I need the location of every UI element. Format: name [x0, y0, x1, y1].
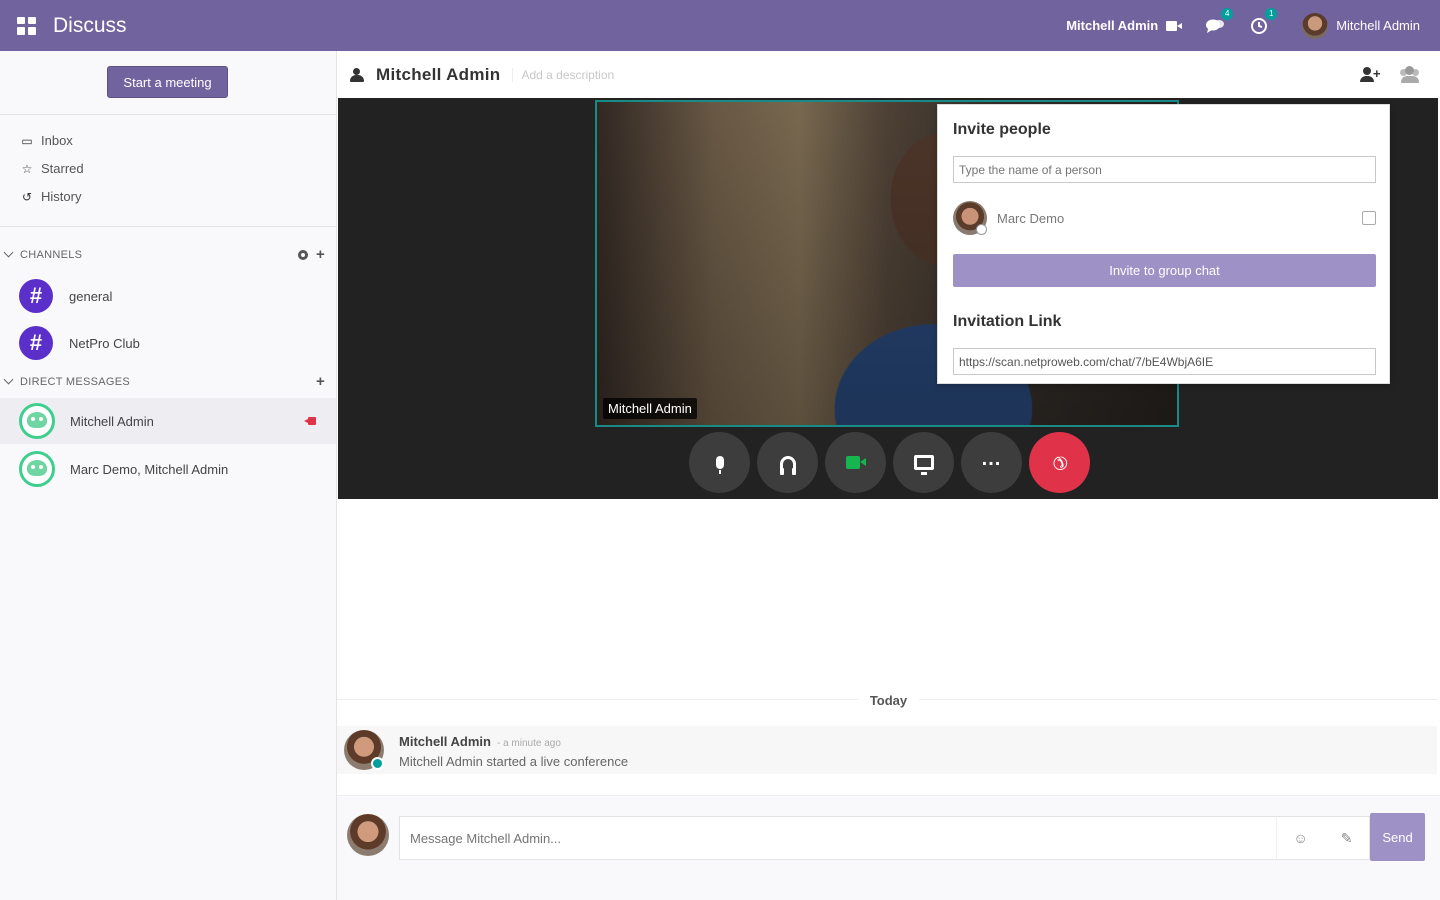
- message-text: Mitchell Admin started a live conference: [399, 754, 629, 769]
- send-button[interactable]: Send: [1370, 813, 1425, 861]
- dm-label: Marc Demo, Mitchell Admin: [70, 461, 229, 477]
- invitation-link-field[interactable]: [953, 348, 1376, 375]
- chevron-down-icon: [3, 247, 14, 258]
- channel-hash-icon: #: [19, 326, 53, 360]
- thread-title[interactable]: Mitchell Admin: [376, 65, 500, 85]
- user-icon: [350, 67, 364, 82]
- emoji-icon[interactable]: ☺: [1293, 830, 1307, 846]
- video-camera-icon: [1166, 20, 1183, 31]
- star-icon: ☆: [21, 161, 33, 176]
- divider: [0, 226, 336, 227]
- inbox-icon: ▭: [21, 133, 33, 148]
- mute-button[interactable]: [689, 432, 750, 493]
- mailbox-history[interactable]: ↺ History: [20, 189, 81, 204]
- hang-up-button[interactable]: ✆: [1029, 432, 1090, 493]
- thread-description[interactable]: Add a description: [512, 67, 614, 82]
- direct-messages-category[interactable]: DIRECT MESSAGES +: [3, 373, 325, 390]
- add-user-icon[interactable]: [1360, 66, 1382, 83]
- thread-header: Mitchell Admin Add a description: [337, 51, 1440, 98]
- share-screen-button[interactable]: [893, 432, 954, 493]
- channels-category[interactable]: CHANNELS +: [3, 246, 325, 263]
- ongoing-call-icon: [304, 417, 316, 425]
- history-icon: ↺: [21, 189, 33, 204]
- message-input[interactable]: [399, 816, 1370, 860]
- phone-icon: ✆: [1047, 450, 1073, 476]
- deafen-button[interactable]: [757, 432, 818, 493]
- participant-name: Mitchell Admin: [603, 398, 697, 419]
- chevron-down-icon: [3, 374, 14, 385]
- channels-header: CHANNELS: [20, 248, 83, 261]
- avatar: [953, 201, 987, 235]
- clock-icon: [1251, 17, 1268, 34]
- channel-label: NetPro Club: [69, 335, 140, 351]
- user-avatar: [1302, 12, 1329, 39]
- microphone-icon: [715, 456, 724, 474]
- dm-header: DIRECT MESSAGES: [20, 375, 131, 388]
- partner-row[interactable]: Marc Demo: [953, 200, 1376, 236]
- composer-tools: ☺ ✎: [1276, 816, 1370, 860]
- add-chat-icon[interactable]: +: [316, 373, 325, 390]
- avatar[interactable]: [344, 730, 384, 770]
- invite-search-input[interactable]: [953, 156, 1376, 183]
- mailbox-inbox[interactable]: ▭ Inbox: [20, 133, 73, 148]
- user-name: Mitchell Admin: [1336, 18, 1420, 33]
- invite-title: Invite people: [953, 121, 1051, 138]
- discuss-sidebar: Start a meeting ▭ Inbox ☆ Starred ↺ Hist…: [0, 51, 337, 900]
- monitor-icon: [913, 455, 934, 475]
- invite-to-group-chat-button[interactable]: Invite to group chat: [953, 254, 1376, 287]
- avatar: [19, 451, 55, 487]
- message-time: - a minute ago: [496, 738, 561, 749]
- ellipsis-icon: ...: [981, 447, 1002, 470]
- video-camera-icon: [845, 456, 866, 469]
- invitation-link-title: Invitation Link: [953, 313, 1062, 330]
- dm-label: Mitchell Admin: [70, 413, 154, 429]
- camera-button[interactable]: [825, 432, 886, 493]
- activities-badge: 1: [1265, 7, 1278, 20]
- date-label: Today: [857, 692, 920, 708]
- invite-popover: Invite people Marc Demo Invite to group …: [937, 104, 1390, 384]
- messaging-menu-button[interactable]: 4: [1204, 7, 1234, 37]
- chat-bubbles-icon: [1206, 19, 1225, 33]
- avatar: [19, 403, 55, 439]
- app-title[interactable]: Discuss: [53, 14, 127, 38]
- date-separator: Today: [337, 690, 1440, 710]
- dm-item-mitchell-admin[interactable]: Mitchell Admin: [0, 398, 336, 444]
- partner-checkbox[interactable]: [1362, 211, 1376, 225]
- message-author[interactable]: Mitchell Admin: [399, 734, 491, 749]
- activity-menu-button[interactable]: 1: [1248, 7, 1278, 37]
- partner-name: Marc Demo: [997, 210, 1065, 226]
- top-navbar: Discuss Mitchell Admin 4 1 Mitchell Admi…: [0, 0, 1440, 51]
- channel-item-netpro-club[interactable]: # NetPro Club: [0, 320, 336, 366]
- composer: ☺ ✎ Send: [337, 795, 1440, 900]
- mailbox-label: Inbox: [41, 133, 73, 148]
- mailbox-label: Starred: [41, 161, 84, 176]
- messages-badge: 4: [1221, 7, 1234, 20]
- avatar: [347, 814, 389, 856]
- divider: [0, 114, 336, 115]
- more-options-button[interactable]: ...: [961, 432, 1022, 493]
- active-call-indicator[interactable]: Mitchell Admin: [1066, 18, 1183, 33]
- apps-menu-icon[interactable]: [17, 16, 37, 35]
- start-meeting-button[interactable]: Start a meeting: [107, 66, 228, 98]
- gear-icon[interactable]: [297, 249, 308, 260]
- dm-item-marc-demo-mitchell-admin[interactable]: Marc Demo, Mitchell Admin: [0, 446, 336, 492]
- channel-item-general[interactable]: # general: [0, 273, 336, 319]
- add-channel-icon[interactable]: +: [316, 246, 325, 263]
- members-icon[interactable]: [1400, 65, 1420, 84]
- call-controls: ... ✆: [689, 432, 1090, 493]
- active-call-user: Mitchell Admin: [1066, 18, 1159, 33]
- user-menu[interactable]: Mitchell Admin: [1302, 12, 1420, 39]
- mailbox-starred[interactable]: ☆ Starred: [20, 161, 84, 176]
- headphones-icon: [779, 455, 796, 475]
- message-item[interactable]: Mitchell Admin - a minute ago Mitchell Ad…: [337, 726, 1437, 774]
- mailbox-label: History: [41, 189, 82, 204]
- channel-label: general: [69, 288, 113, 304]
- channel-hash-icon: #: [19, 279, 53, 313]
- message-author-line: Mitchell Admin - a minute ago: [399, 734, 628, 749]
- paperclip-icon[interactable]: ✎: [1341, 830, 1353, 847]
